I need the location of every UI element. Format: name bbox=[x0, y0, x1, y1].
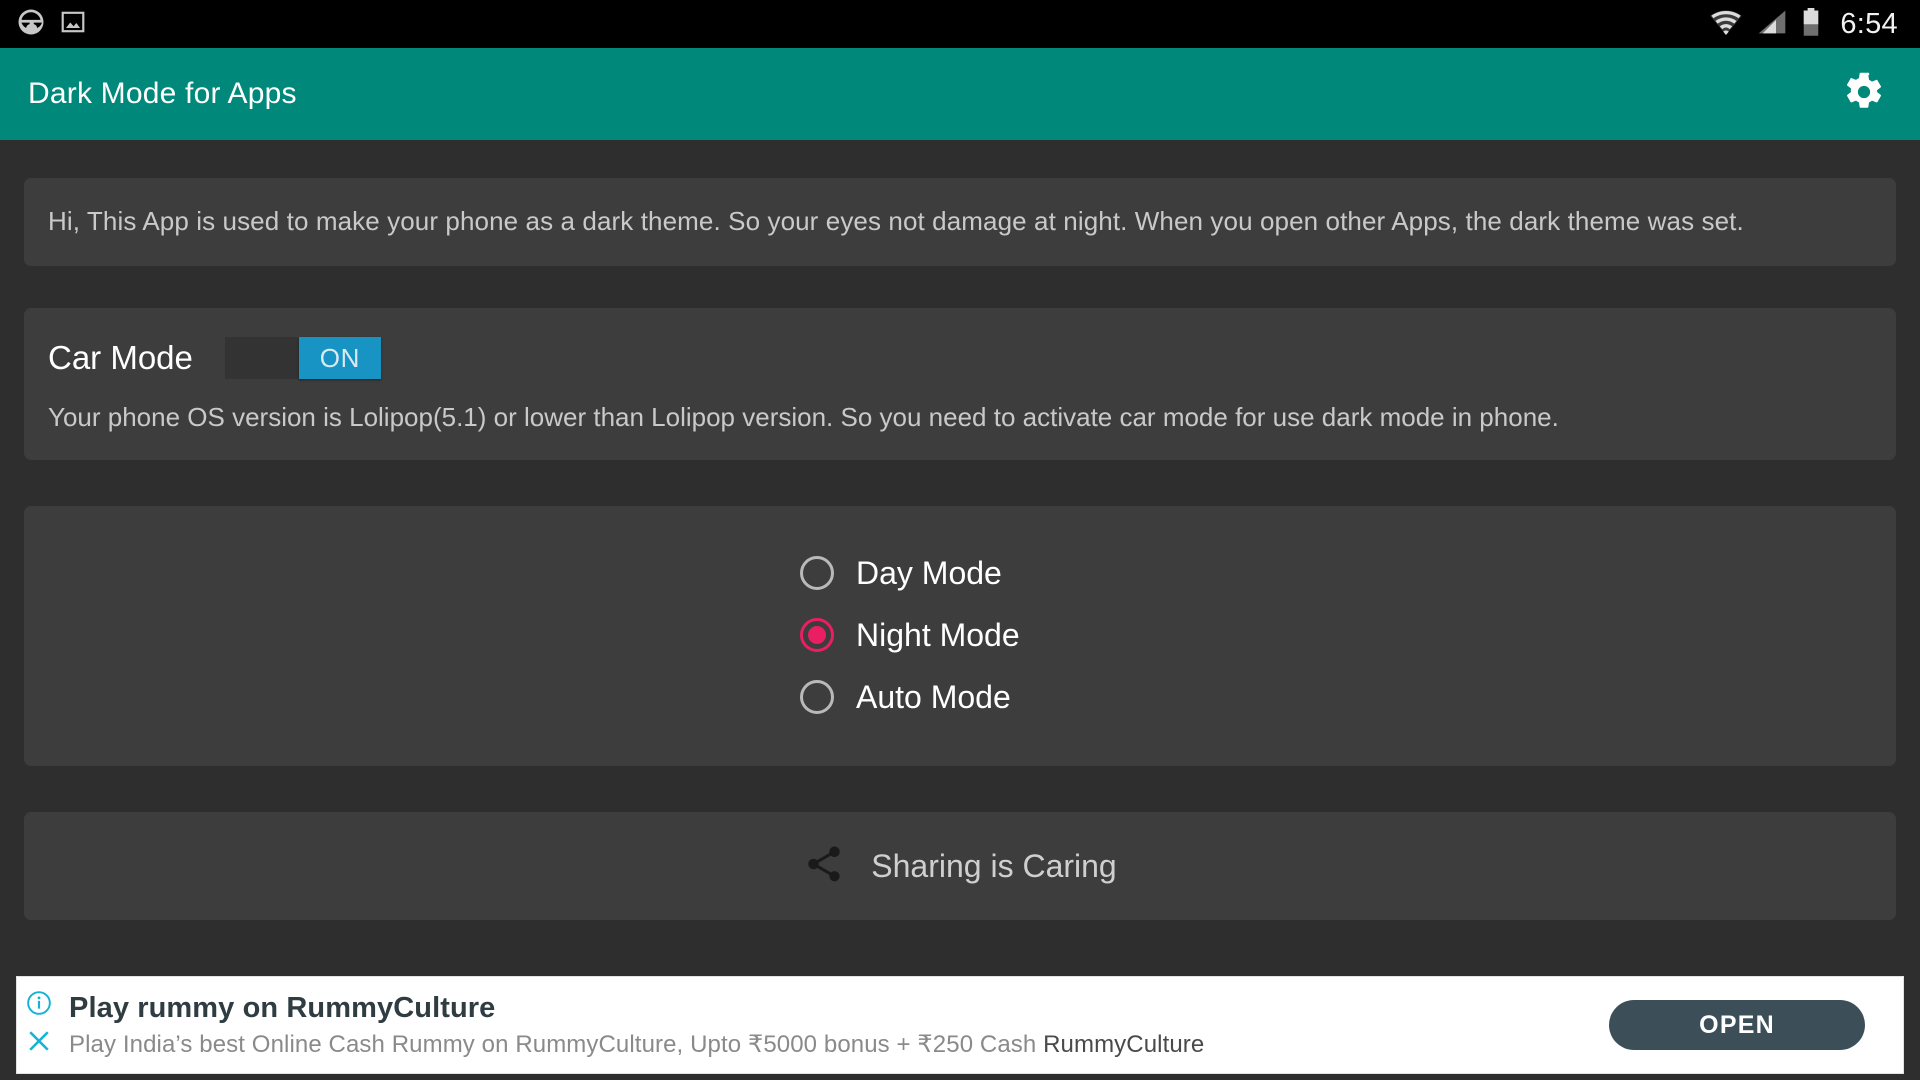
settings-button[interactable] bbox=[1834, 64, 1894, 124]
ad-banner[interactable]: Play rummy on RummyCulture Play India’s … bbox=[16, 976, 1904, 1074]
car-mode-toggle-thumb: ON bbox=[298, 337, 381, 379]
screenshot-image-icon bbox=[60, 9, 86, 40]
ad-subtitle-main: Play India’s best Online Cash Rummy on R… bbox=[69, 1030, 1044, 1058]
wifi-icon bbox=[1709, 8, 1743, 41]
main-content: Hi, This App is used to make your phone … bbox=[0, 140, 1920, 975]
ad-subtitle-brand: RummyCulture bbox=[1043, 1030, 1205, 1058]
info-circle-icon[interactable] bbox=[26, 990, 52, 1021]
radio-night-mode-icon bbox=[800, 618, 834, 652]
page-title: Dark Mode for Apps bbox=[28, 77, 297, 110]
radio-auto-mode-icon bbox=[800, 680, 834, 714]
radio-option-night-mode[interactable]: Night Mode bbox=[800, 604, 1120, 666]
status-bar-left-icons bbox=[16, 7, 86, 42]
radio-day-mode-label: Day Mode bbox=[856, 554, 1002, 591]
car-mode-description: Your phone OS version is Lolipop(5.1) or… bbox=[48, 402, 1559, 432]
ad-subtitle: Play India’s best Online Cash Rummy on R… bbox=[69, 1030, 1609, 1059]
ad-text-body: Play rummy on RummyCulture Play India’s … bbox=[61, 992, 1609, 1059]
share-icon bbox=[803, 843, 845, 890]
radio-option-auto-mode[interactable]: Auto Mode bbox=[800, 666, 1120, 728]
car-mode-row: Car Mode ON bbox=[48, 330, 1872, 386]
signal-icon bbox=[1756, 8, 1788, 41]
car-mode-label: Car Mode bbox=[48, 339, 193, 376]
ad-open-button[interactable]: OPEN bbox=[1609, 1000, 1865, 1050]
share-button[interactable]: Sharing is Caring bbox=[24, 812, 1896, 920]
radio-auto-mode-label: Auto Mode bbox=[856, 678, 1011, 715]
share-label: Sharing is Caring bbox=[871, 847, 1117, 884]
battery-icon bbox=[1801, 7, 1821, 42]
intro-info-text: Hi, This App is used to make your phone … bbox=[48, 206, 1744, 236]
ad-badges bbox=[17, 977, 61, 1073]
radio-night-mode-label: Night Mode bbox=[856, 616, 1020, 653]
ad-title: Play rummy on RummyCulture bbox=[69, 991, 496, 1024]
car-mode-card: Car Mode ON Your phone OS version is Lol… bbox=[24, 308, 1896, 460]
theme-mode-card: Day Mode Night Mode Auto Mode bbox=[24, 506, 1896, 766]
status-bar-right-icons: 6:54 bbox=[1709, 7, 1898, 42]
car-mode-toggle[interactable]: ON bbox=[224, 337, 381, 379]
app-screen: 6:54 Dark Mode for Apps Hi, This App is … bbox=[0, 0, 1920, 1080]
radio-day-mode-icon bbox=[800, 556, 834, 590]
radio-option-day-mode[interactable]: Day Mode bbox=[800, 542, 1120, 604]
gear-icon bbox=[1843, 71, 1885, 118]
close-x-icon[interactable] bbox=[25, 1027, 53, 1060]
car-mode-icon bbox=[16, 7, 46, 42]
intro-info-card: Hi, This App is used to make your phone … bbox=[24, 178, 1896, 266]
app-bar: Dark Mode for Apps bbox=[0, 48, 1920, 140]
status-bar: 6:54 bbox=[0, 0, 1920, 48]
car-mode-toggle-state-label: ON bbox=[319, 342, 360, 373]
status-bar-clock: 6:54 bbox=[1840, 7, 1898, 40]
app-bar-actions bbox=[1834, 64, 1894, 124]
